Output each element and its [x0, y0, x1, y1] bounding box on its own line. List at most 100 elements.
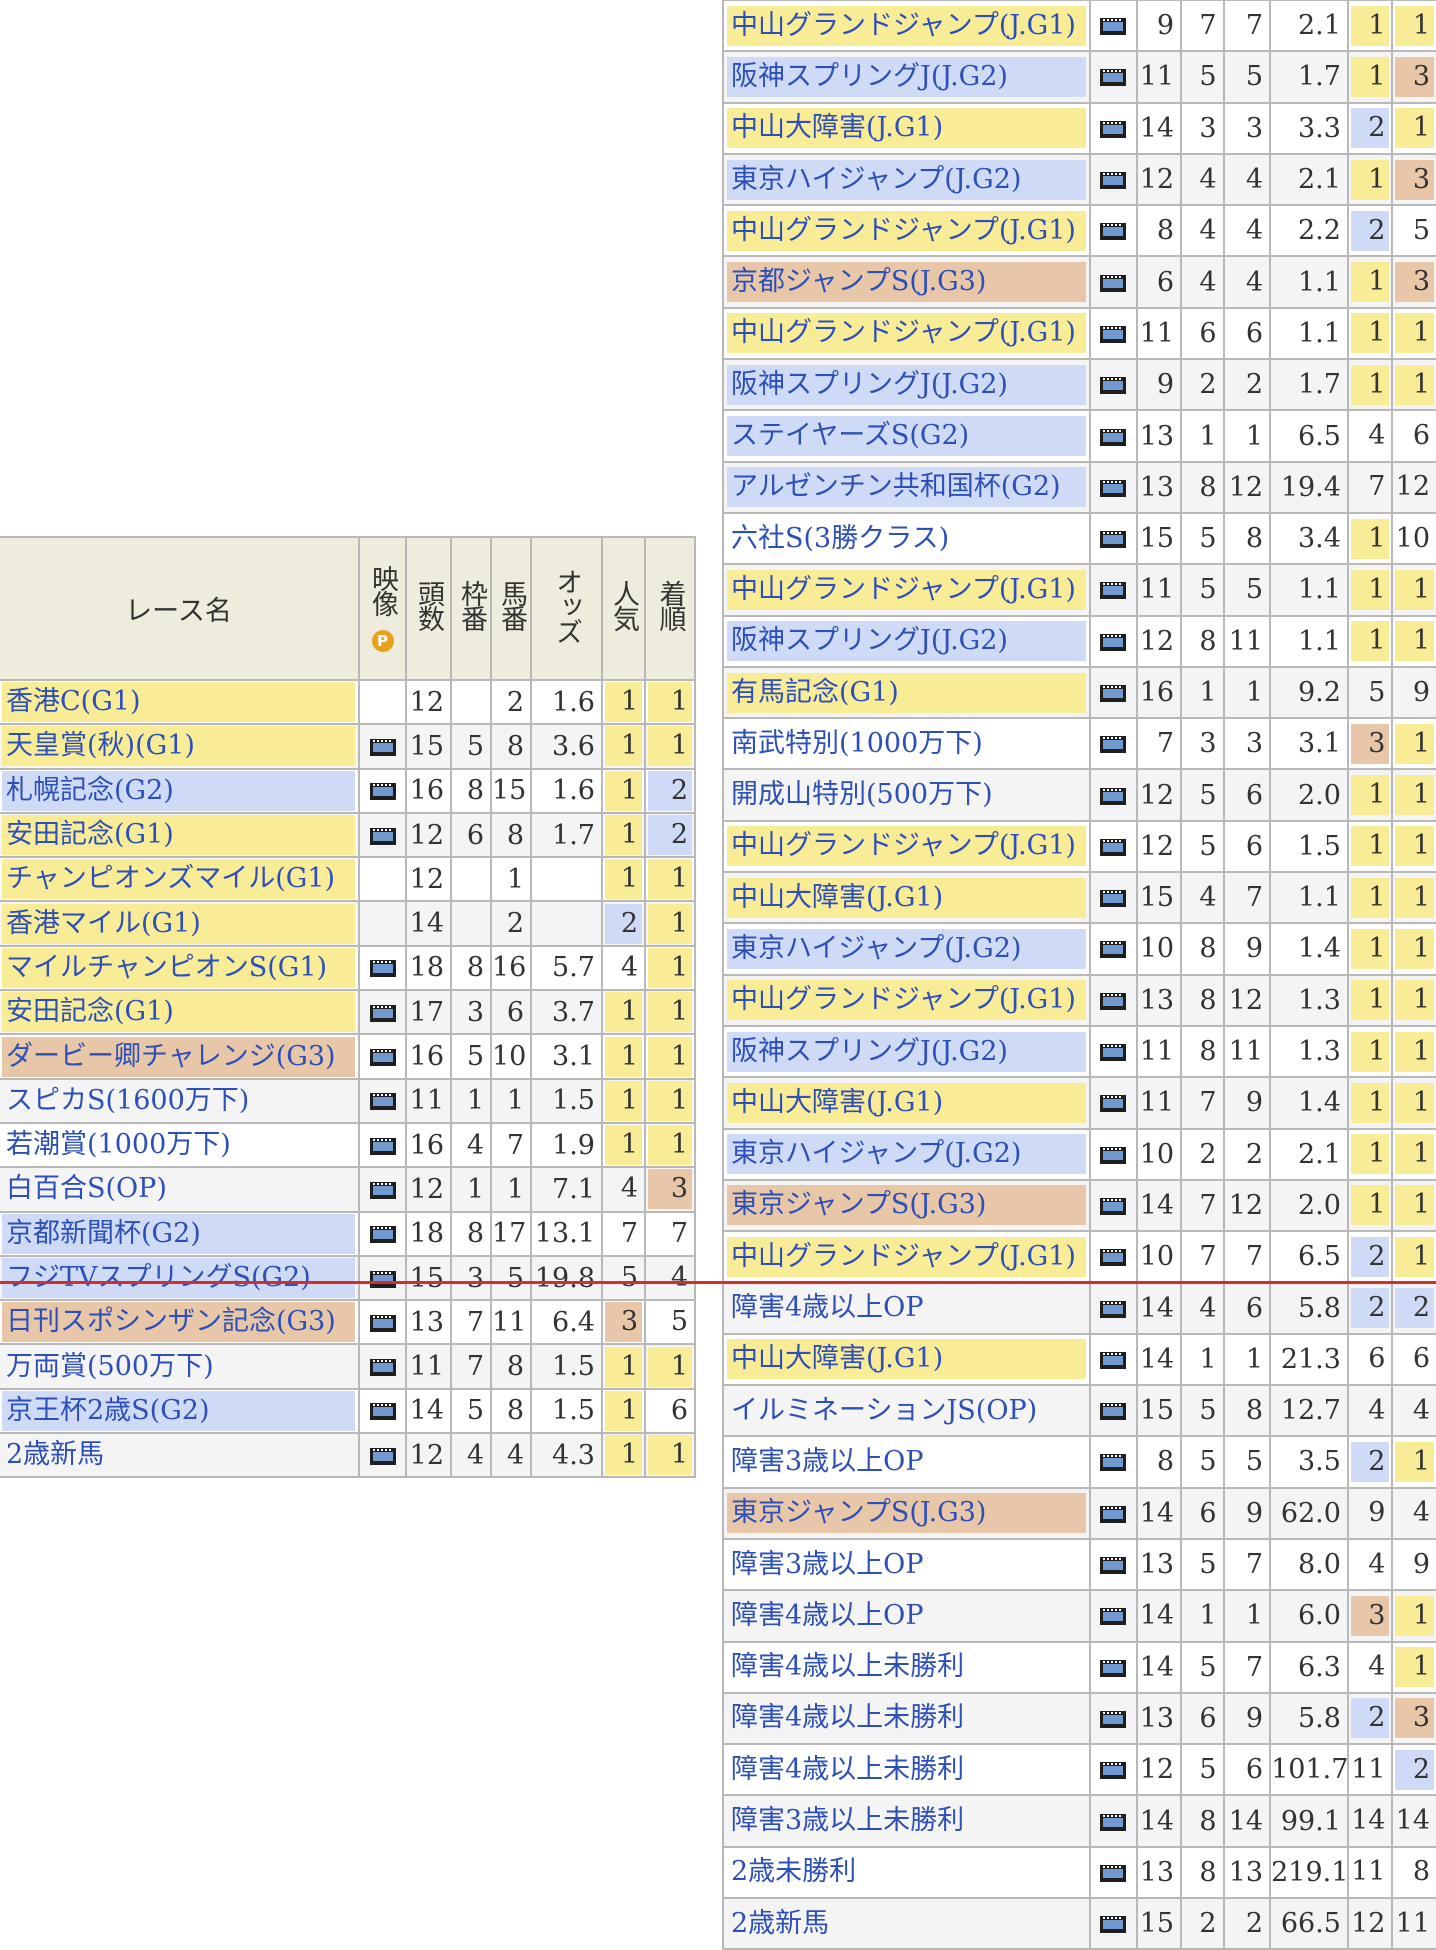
race-link[interactable]: スピカS(1600万下) [2, 1081, 355, 1121]
video-replay-icon[interactable] [1100, 1095, 1127, 1113]
video-replay-icon[interactable] [1100, 1916, 1127, 1934]
video-replay-icon[interactable] [369, 1270, 396, 1288]
race-name-cell[interactable]: 中山グランドジャンプ(J.G1) [721, 973, 1092, 1027]
video-replay-icon[interactable] [1100, 1608, 1127, 1626]
race-link[interactable]: 中山グランドジャンプ(J.G1) [727, 980, 1087, 1021]
race-name-cell[interactable]: 天皇賞(秋)(G1) [0, 723, 360, 770]
race-name-cell[interactable]: 中山グランドジャンプ(J.G1) [721, 1230, 1092, 1284]
race-name-cell[interactable]: 中山大障害(J.G1) [721, 871, 1092, 925]
video-cell[interactable] [1089, 511, 1138, 566]
video-cell[interactable] [1089, 1332, 1138, 1387]
race-link[interactable]: マイルチャンピオンS(G1) [2, 947, 355, 988]
race-link[interactable]: 中山グランドジャンプ(J.G1) [727, 826, 1087, 867]
video-replay-icon[interactable] [369, 783, 396, 801]
video-cell[interactable] [1089, 1486, 1138, 1540]
video-cell[interactable] [1089, 1230, 1138, 1284]
video-replay-icon[interactable] [1100, 736, 1127, 754]
video-replay-icon[interactable] [1100, 120, 1127, 138]
video-cell[interactable] [1089, 409, 1138, 463]
video-replay-icon[interactable] [1100, 1864, 1127, 1882]
race-name-cell[interactable]: 香港C(G1) [0, 678, 360, 726]
video-cell[interactable] [1089, 871, 1138, 925]
video-replay-icon[interactable] [1100, 172, 1127, 190]
race-name-cell[interactable]: 中山大障害(J.G1) [721, 1332, 1092, 1387]
video-replay-icon[interactable] [369, 738, 396, 756]
video-cell[interactable] [358, 1210, 407, 1257]
video-replay-icon[interactable] [1100, 890, 1127, 908]
race-name-cell[interactable]: マイルチャンピオンS(G1) [0, 944, 360, 992]
race-link[interactable]: 白百合S(OP) [2, 1169, 355, 1209]
race-link[interactable]: 六社S(3勝クラス) [727, 519, 1086, 559]
video-cell[interactable] [1089, 768, 1138, 822]
race-name-cell[interactable]: ステイヤーズS(G2) [721, 409, 1092, 463]
race-link[interactable]: アルゼンチン共和国杯(G2) [727, 467, 1087, 508]
video-replay-icon[interactable] [369, 1049, 396, 1067]
video-cell[interactable] [1089, 1384, 1138, 1438]
video-cell[interactable] [358, 1121, 407, 1169]
video-replay-icon[interactable] [1100, 531, 1127, 549]
video-replay-icon[interactable] [369, 1137, 396, 1155]
race-name-cell[interactable]: イルミネーションJS(OP) [721, 1384, 1092, 1438]
video-replay-icon[interactable] [1100, 69, 1127, 87]
race-link[interactable]: 障害4歳以上未勝利 [727, 1750, 1086, 1790]
video-replay-icon[interactable] [1100, 479, 1127, 497]
race-name-cell[interactable]: フジTVスプリングS(G2) [0, 1254, 360, 1302]
race-link[interactable]: 阪神スプリングJ(J.G2) [727, 621, 1087, 662]
race-name-cell[interactable]: 京都ジャンプS(J.G3) [721, 255, 1092, 309]
race-name-cell[interactable]: 阪神スプリングJ(J.G2) [721, 1024, 1092, 1079]
race-name-cell[interactable]: 東京ジャンプS(J.G3) [721, 1486, 1092, 1540]
race-name-cell[interactable]: 中山グランドジャンプ(J.G1) [721, 563, 1092, 617]
video-cell[interactable] [1089, 1743, 1138, 1797]
video-replay-icon[interactable] [1100, 274, 1127, 292]
race-name-cell[interactable]: 阪神スプリングJ(J.G2) [721, 358, 1092, 412]
video-replay-icon[interactable] [1100, 1454, 1127, 1472]
race-link[interactable]: 万両賞(500万下) [2, 1347, 355, 1387]
race-link[interactable]: 京都ジャンプS(J.G3) [727, 262, 1087, 303]
race-name-cell[interactable]: 障害3歳以上未勝利 [721, 1794, 1092, 1848]
video-cell[interactable] [1089, 1691, 1138, 1746]
video-replay-icon[interactable] [369, 1359, 396, 1377]
race-link[interactable]: 東京ジャンプS(J.G3) [727, 1185, 1087, 1226]
video-cell[interactable] [1089, 1024, 1138, 1079]
race-name-cell[interactable]: 有馬記念(G1) [721, 665, 1092, 720]
video-cell[interactable] [358, 1166, 407, 1213]
race-link[interactable]: 阪神スプリングJ(J.G2) [727, 1031, 1087, 1072]
video-replay-icon[interactable] [1100, 633, 1127, 651]
race-link[interactable]: 東京ハイジャンプ(J.G2) [727, 1134, 1087, 1175]
video-cell[interactable] [1089, 1127, 1138, 1181]
race-name-cell[interactable]: 障害3歳以上OP [721, 1537, 1092, 1592]
race-link[interactable]: 中山大障害(J.G1) [727, 877, 1087, 918]
race-name-cell[interactable]: 安田記念(G1) [0, 989, 360, 1036]
video-replay-icon[interactable] [1100, 1659, 1127, 1677]
video-replay-icon[interactable] [369, 1004, 396, 1022]
race-link[interactable]: 日刊スポシンザン記念(G3) [2, 1302, 355, 1343]
video-cell[interactable] [1089, 0, 1138, 53]
race-name-cell[interactable]: 中山グランドジャンプ(J.G1) [721, 819, 1092, 874]
race-link[interactable]: 障害4歳以上未勝利 [727, 1647, 1086, 1687]
race-name-cell[interactable]: 2歳新馬 [721, 1896, 1092, 1950]
video-replay-icon[interactable] [1100, 325, 1127, 343]
video-cell[interactable] [1089, 1896, 1138, 1950]
video-replay-icon[interactable] [369, 1093, 396, 1111]
video-replay-icon[interactable] [369, 1181, 396, 1199]
video-replay-icon[interactable] [1100, 1146, 1127, 1164]
race-link[interactable]: 障害4歳以上OP [727, 1596, 1086, 1636]
video-cell[interactable] [1089, 1178, 1138, 1233]
video-replay-icon[interactable] [1100, 1403, 1127, 1421]
race-name-cell[interactable]: 開成山特別(500万下) [721, 768, 1092, 822]
race-link[interactable]: イルミネーションJS(OP) [727, 1391, 1086, 1431]
video-cell[interactable] [1089, 204, 1138, 258]
race-link[interactable]: 中山グランドジャンプ(J.G1) [727, 1236, 1087, 1277]
video-cell[interactable] [1089, 1640, 1138, 1694]
race-name-cell[interactable]: 障害3歳以上OP [721, 1435, 1092, 1489]
video-cell[interactable] [1089, 460, 1138, 514]
race-name-cell[interactable]: 障害4歳以上未勝利 [721, 1640, 1092, 1694]
video-cell[interactable] [358, 944, 407, 992]
video-replay-icon[interactable] [1100, 1762, 1127, 1780]
video-replay-icon[interactable] [369, 1314, 396, 1332]
video-cell[interactable] [1089, 614, 1138, 668]
video-replay-icon[interactable] [1100, 428, 1127, 446]
video-replay-icon[interactable] [1100, 1557, 1127, 1575]
video-replay-icon[interactable] [1100, 1351, 1127, 1369]
race-name-cell[interactable]: 障害4歳以上未勝利 [721, 1743, 1092, 1797]
